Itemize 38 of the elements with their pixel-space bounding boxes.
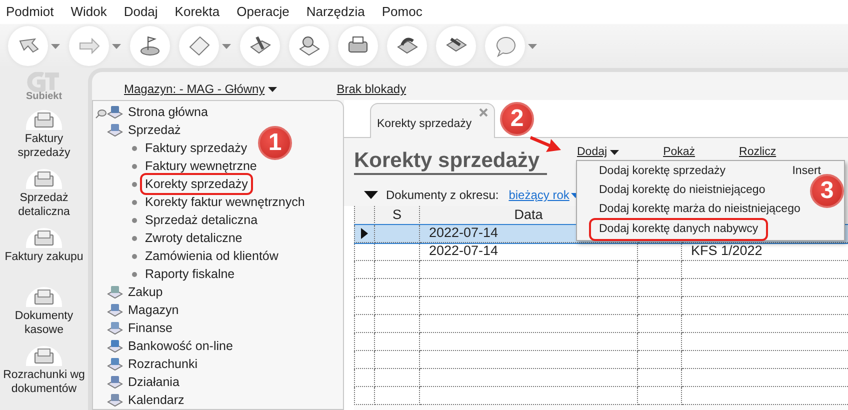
action-link[interactable]: Rozlicz xyxy=(739,144,776,162)
tree-item[interactable]: Zakup xyxy=(107,283,343,301)
tree-item[interactable]: Sprzedaż detaliczna xyxy=(142,210,261,230)
tree-item[interactable]: Korekty faktur wewnętrznych xyxy=(142,192,308,212)
menu-item[interactable]: Podmiot xyxy=(6,2,54,22)
nav-rail-item[interactable]: Dokumenty kasowe xyxy=(0,285,88,344)
tree-item[interactable]: Finanse xyxy=(107,319,343,337)
tree-item[interactable]: Działania xyxy=(107,373,343,391)
action-link[interactable]: Dodaj xyxy=(577,144,620,162)
tab[interactable]: Korekty sprzedaży xyxy=(370,103,495,138)
lock-link[interactable]: Brak blokady xyxy=(336,80,406,98)
menu-item[interactable]: Widok xyxy=(70,2,107,22)
nav-rail-item[interactable]: Rozrachunki wg dokumentów xyxy=(0,344,88,403)
nav-rail-item[interactable]: Faktury sprzedaży xyxy=(0,108,88,167)
action-link[interactable]: Pokaż xyxy=(663,144,696,162)
nav-rail-item[interactable]: Faktury zakupu xyxy=(0,226,88,285)
tree-item[interactable]: Raporty fiskalne xyxy=(142,264,238,284)
tree-item[interactable]: Strona główna xyxy=(107,103,343,121)
menu-item[interactable]: Korekta xyxy=(174,2,220,22)
tree-item[interactable]: Korekty sprzedaży xyxy=(142,174,251,194)
tree-item[interactable]: Faktury sprzedaży xyxy=(142,138,250,158)
tree-item[interactable]: Magazyn xyxy=(107,301,343,319)
warehouse-dropdown[interactable]: Magazyn: - MAG - Główny xyxy=(124,80,277,98)
tree-item[interactable]: Rozrachunki xyxy=(107,355,343,373)
menu-item[interactable]: Operacje xyxy=(236,2,290,22)
menu-item[interactable]: Dodaj xyxy=(124,2,158,22)
tree-item[interactable]: Faktury wewnętrzne xyxy=(142,156,260,176)
logo-text: Subiekt xyxy=(26,92,62,102)
page-title: Korekty sprzedaży xyxy=(354,149,547,175)
tree-item[interactable]: Bankowość on-line xyxy=(107,337,343,355)
menu-item[interactable]: Dodaj korektę do nieistniejącego xyxy=(591,181,774,200)
tree-item[interactable]: Zamówienia od klientów xyxy=(142,246,282,266)
nav-rail-item[interactable]: Sprzedaż detaliczna xyxy=(0,167,88,226)
menu-item[interactable]: Narzędzia xyxy=(306,2,365,22)
filter-label: Dokumenty z okresu: xyxy=(386,187,499,204)
tree-item[interactable]: Kalendarz xyxy=(107,391,343,409)
menu-item[interactable]: Pomoc xyxy=(382,2,422,22)
tree-item[interactable]: Zwroty detaliczne xyxy=(142,228,246,248)
